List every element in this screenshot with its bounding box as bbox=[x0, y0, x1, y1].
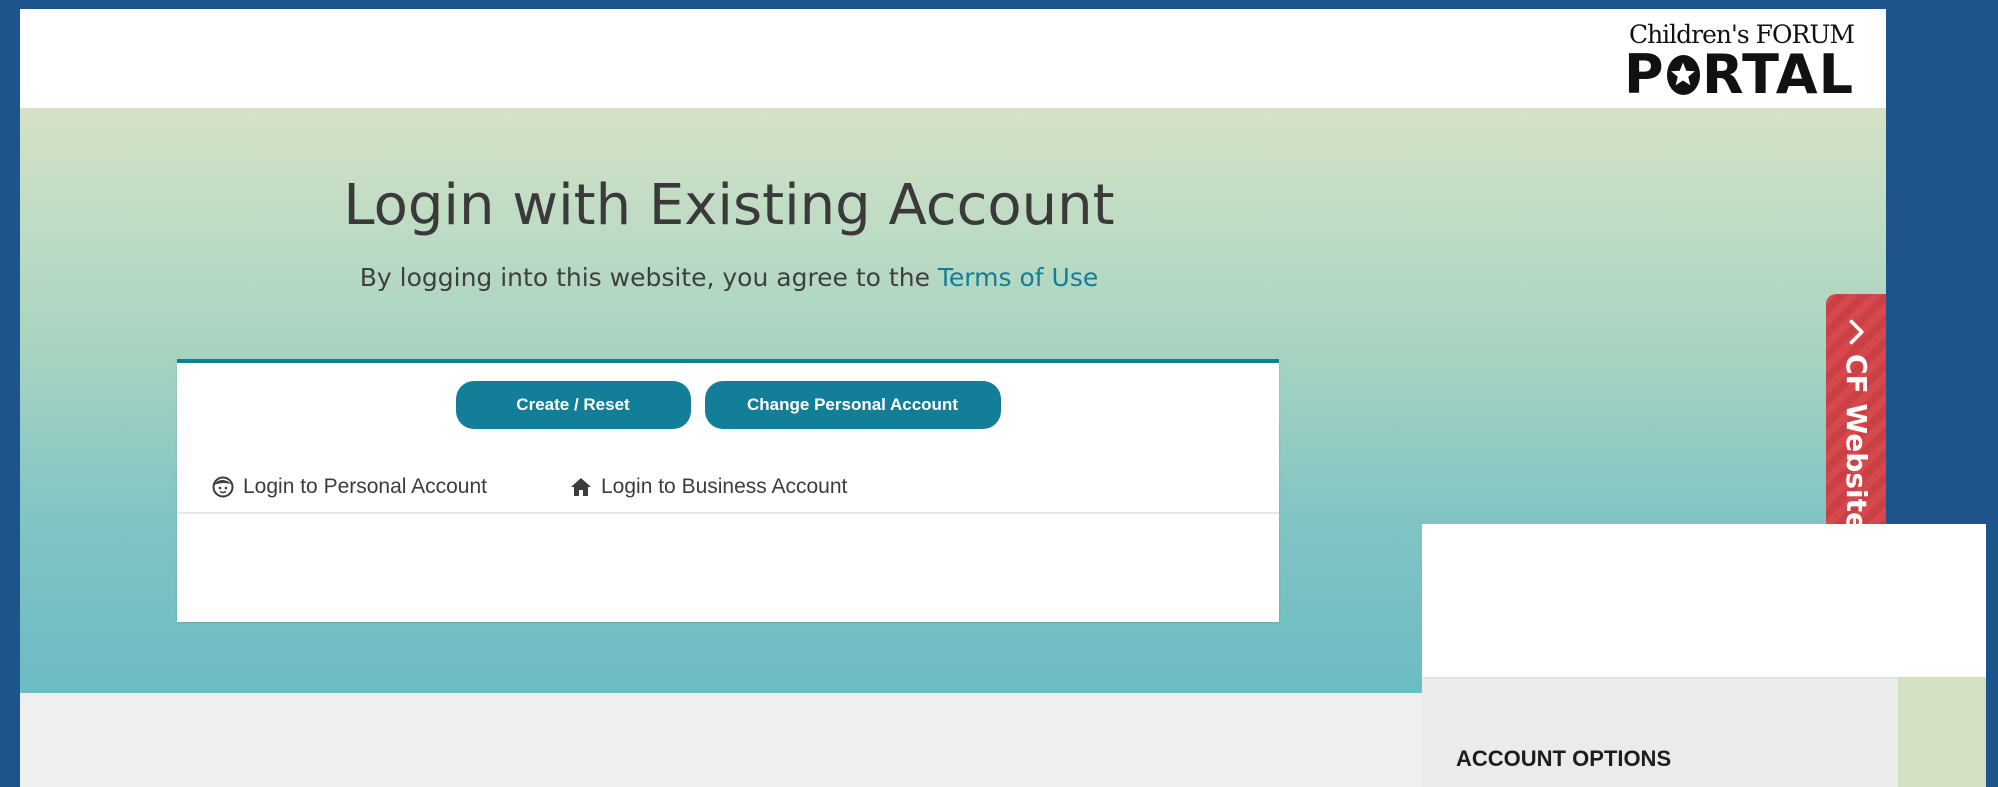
change-personal-account-email-button[interactable]: Change Personal Account Email bbox=[704, 381, 1001, 462]
create-reset-password-button[interactable]: Create / Reset password bbox=[455, 381, 691, 462]
cf-websites-tab[interactable]: CF Websites bbox=[1826, 294, 1886, 553]
logo-main-text: P RTAL bbox=[1624, 43, 1854, 106]
star-icon bbox=[1666, 55, 1700, 95]
face-icon bbox=[211, 475, 235, 499]
chevron-right-icon bbox=[1849, 319, 1864, 345]
account-options-section: ACCOUNT OPTIONS bbox=[1422, 677, 1898, 787]
terms-notice-text: By logging into this website, you agree … bbox=[359, 263, 938, 292]
childrens-forum-portal-logo[interactable]: Children's FORUM P RTAL bbox=[1624, 19, 1855, 106]
account-options-heading: ACCOUNT OPTIONS bbox=[1456, 746, 1672, 771]
account-panel-background-strip bbox=[1898, 677, 1986, 787]
account-options-panel: ACCOUNT OPTIONS bbox=[1422, 524, 1986, 787]
terms-notice: By logging into this website, you agree … bbox=[20, 262, 1438, 294]
terms-of-use-link[interactable]: Terms of Use bbox=[938, 263, 1098, 292]
home-icon bbox=[569, 475, 593, 499]
tab-label: Login to Business Account bbox=[601, 475, 848, 498]
login-card: Create / Reset password Change Personal … bbox=[177, 359, 1279, 622]
page-title: Login with Existing Account bbox=[343, 173, 1115, 238]
account-action-buttons: Create / Reset password Change Personal … bbox=[177, 381, 1279, 462]
tab-login-business-account[interactable]: Login to Business Account bbox=[569, 462, 847, 512]
login-tabs: Login to Personal Account Login to Busin… bbox=[177, 462, 1279, 514]
site-header: Children's FORUM P RTAL bbox=[20, 9, 1886, 108]
tab-login-personal-account[interactable]: Login to Personal Account bbox=[211, 462, 487, 512]
tab-label: Login to Personal Account bbox=[243, 475, 488, 498]
logo-letters-rtal: RTAL bbox=[1702, 43, 1854, 106]
cf-websites-label: CF Websites bbox=[1840, 354, 1873, 548]
logo-letter-p: P bbox=[1624, 43, 1665, 106]
